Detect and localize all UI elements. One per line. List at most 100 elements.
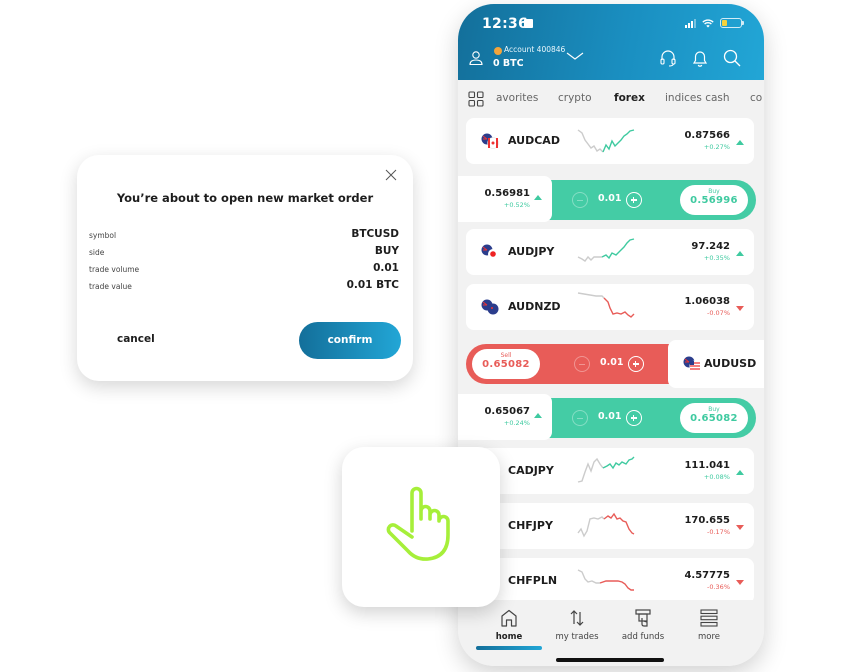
nav-home[interactable]: home: [474, 608, 544, 642]
increase-volume-button[interactable]: [626, 410, 642, 426]
atm-icon: [635, 609, 651, 627]
bell-icon[interactable]: [690, 48, 710, 68]
nav-more[interactable]: more: [674, 608, 744, 642]
close-icon[interactable]: [385, 169, 397, 181]
arrow-down-icon: [736, 525, 744, 530]
increase-volume-button[interactable]: [628, 356, 644, 372]
grid-icon[interactable]: [468, 91, 484, 107]
bitcoin-coin-icon: [494, 47, 502, 55]
instrument-row-cadjpy[interactable]: CADJPY 111.041 +0.08%: [466, 448, 754, 494]
tap-gesture-card: [342, 447, 500, 607]
buy-bar: 0.01 Buy 0.65082: [548, 398, 756, 438]
order-confirmation-dialog: You’re about to open new market order sy…: [77, 155, 413, 381]
instrument-price: 1.06038: [684, 296, 730, 307]
increase-volume-button[interactable]: [626, 192, 642, 208]
field-label: symbol: [89, 231, 117, 240]
buy-price: 0.65082: [690, 413, 738, 424]
dialog-title: You’re about to open new market order: [116, 191, 374, 205]
instrument-row-audusd[interactable]: AUDUSD: [668, 340, 764, 388]
trade-volume: 0.01: [600, 357, 624, 368]
instrument-row-audcad[interactable]: AUDCAD 0.87566 +0.27%: [466, 118, 754, 164]
buy-button[interactable]: Buy 0.56996: [680, 185, 748, 215]
instrument-price: 170.655: [684, 515, 730, 526]
instrument-price: 4.57775: [684, 570, 730, 581]
user-icon[interactable]: [468, 50, 484, 66]
wifi-icon: [702, 18, 714, 27]
instrument-change: +0.08%: [703, 473, 730, 481]
trade-row-sell: Sell 0.65082 0.01 AUDUSD: [458, 340, 764, 388]
instrument-price: 0.56981: [484, 188, 530, 199]
flag-aud-nzd-icon: [481, 299, 499, 315]
arrow-up-icon: [534, 195, 542, 200]
instrument-row-chfpln[interactable]: CHFPLN 4.57775 -0.36%: [466, 558, 754, 604]
field-symbol: symbol BTCUSD: [89, 228, 399, 244]
instrument-symbol: AUDUSD: [704, 357, 757, 370]
tab-indices-cash[interactable]: indices cash: [665, 92, 730, 104]
nav-home-label: home: [495, 632, 523, 642]
flag-aud-usd-icon: [683, 356, 701, 372]
arrow-up-icon: [736, 251, 744, 256]
decrease-volume-button[interactable]: [572, 192, 588, 208]
instrument-price: 97.242: [691, 241, 730, 252]
field-value: BTCUSD: [351, 228, 399, 240]
instrument-symbol: CHFPLN: [508, 574, 558, 587]
instrument-symbol: AUDJPY: [508, 245, 555, 258]
tab-forex[interactable]: forex: [614, 92, 645, 104]
nav-my-trades-label: my trades: [555, 632, 599, 642]
active-tab-indicator: [476, 646, 542, 650]
pointing-hand-icon: [386, 486, 450, 561]
chevron-down-icon[interactable]: [566, 50, 584, 62]
buy-label: Buy: [708, 406, 720, 413]
arrows-updown-icon: [570, 610, 584, 626]
app-header: 12:36 Account 400846 0 BTC: [458, 4, 764, 80]
instrument-symbol: CADJPY: [508, 464, 554, 477]
tab-crypto[interactable]: crypto: [558, 92, 592, 104]
menu-icon: [700, 609, 718, 627]
arrow-up-icon: [534, 413, 542, 418]
field-value: 0.01: [373, 262, 399, 274]
sell-button[interactable]: Sell 0.65082: [472, 349, 540, 379]
arrow-down-icon: [736, 580, 744, 585]
trade-row-quote: 0.56981 +0.52%: [458, 176, 552, 222]
phone-frame: 12:36 Account 400846 0 BTC avorites cryp…: [458, 4, 764, 666]
trade-volume: 0.01: [598, 193, 622, 204]
instrument-change: +0.52%: [503, 201, 530, 209]
instrument-row-audnzd[interactable]: AUDNZD 1.06038 -0.07%: [466, 284, 754, 330]
instrument-row-audjpy[interactable]: AUDJPY 97.242 +0.35%: [466, 229, 754, 275]
search-icon[interactable]: [722, 48, 742, 68]
nav-add-funds[interactable]: add funds: [608, 608, 678, 642]
instrument-symbol: AUDNZD: [508, 300, 561, 313]
headset-icon[interactable]: [658, 48, 678, 68]
decrease-volume-button[interactable]: [572, 410, 588, 426]
tab-commodities[interactable]: co: [750, 92, 762, 104]
buy-button[interactable]: Buy 0.65082: [680, 403, 748, 433]
arrow-up-icon: [736, 140, 744, 145]
field-label: side: [89, 248, 105, 257]
battery-icon: [720, 18, 744, 28]
tab-favorites[interactable]: avorites: [496, 92, 538, 104]
decrease-volume-button[interactable]: [574, 356, 590, 372]
instrument-change: -0.17%: [707, 528, 730, 536]
sell-bar: Sell 0.65082 0.01: [466, 344, 678, 384]
instrument-change: -0.07%: [707, 309, 730, 317]
cancel-button[interactable]: cancel: [117, 333, 155, 345]
instrument-price: 111.041: [684, 460, 730, 471]
field-value: BUY: [374, 245, 399, 257]
sell-label: Sell: [500, 352, 512, 359]
sparkline-chart: [577, 512, 635, 538]
field-label: trade value: [89, 282, 132, 291]
confirm-button[interactable]: confirm: [299, 322, 401, 359]
trade-row-buy: 0.01 Buy 0.56996 0.56981 +0.52%: [458, 176, 756, 222]
status-indicator-icon: [524, 19, 533, 28]
instrument-row-chfjpy[interactable]: CHFJPY 170.655 -0.17%: [466, 503, 754, 549]
instrument-symbol: AUDCAD: [508, 134, 560, 147]
home-icon: [501, 609, 517, 627]
field-trade-volume: trade volume 0.01: [89, 262, 399, 278]
buy-price: 0.56996: [690, 195, 738, 206]
field-label: trade volume: [89, 265, 140, 274]
instrument-change: -0.36%: [707, 583, 730, 591]
field-side: side BUY: [89, 245, 399, 261]
nav-more-label: more: [697, 632, 721, 642]
sparkline-chart: [577, 456, 635, 483]
nav-my-trades[interactable]: my trades: [542, 608, 612, 642]
